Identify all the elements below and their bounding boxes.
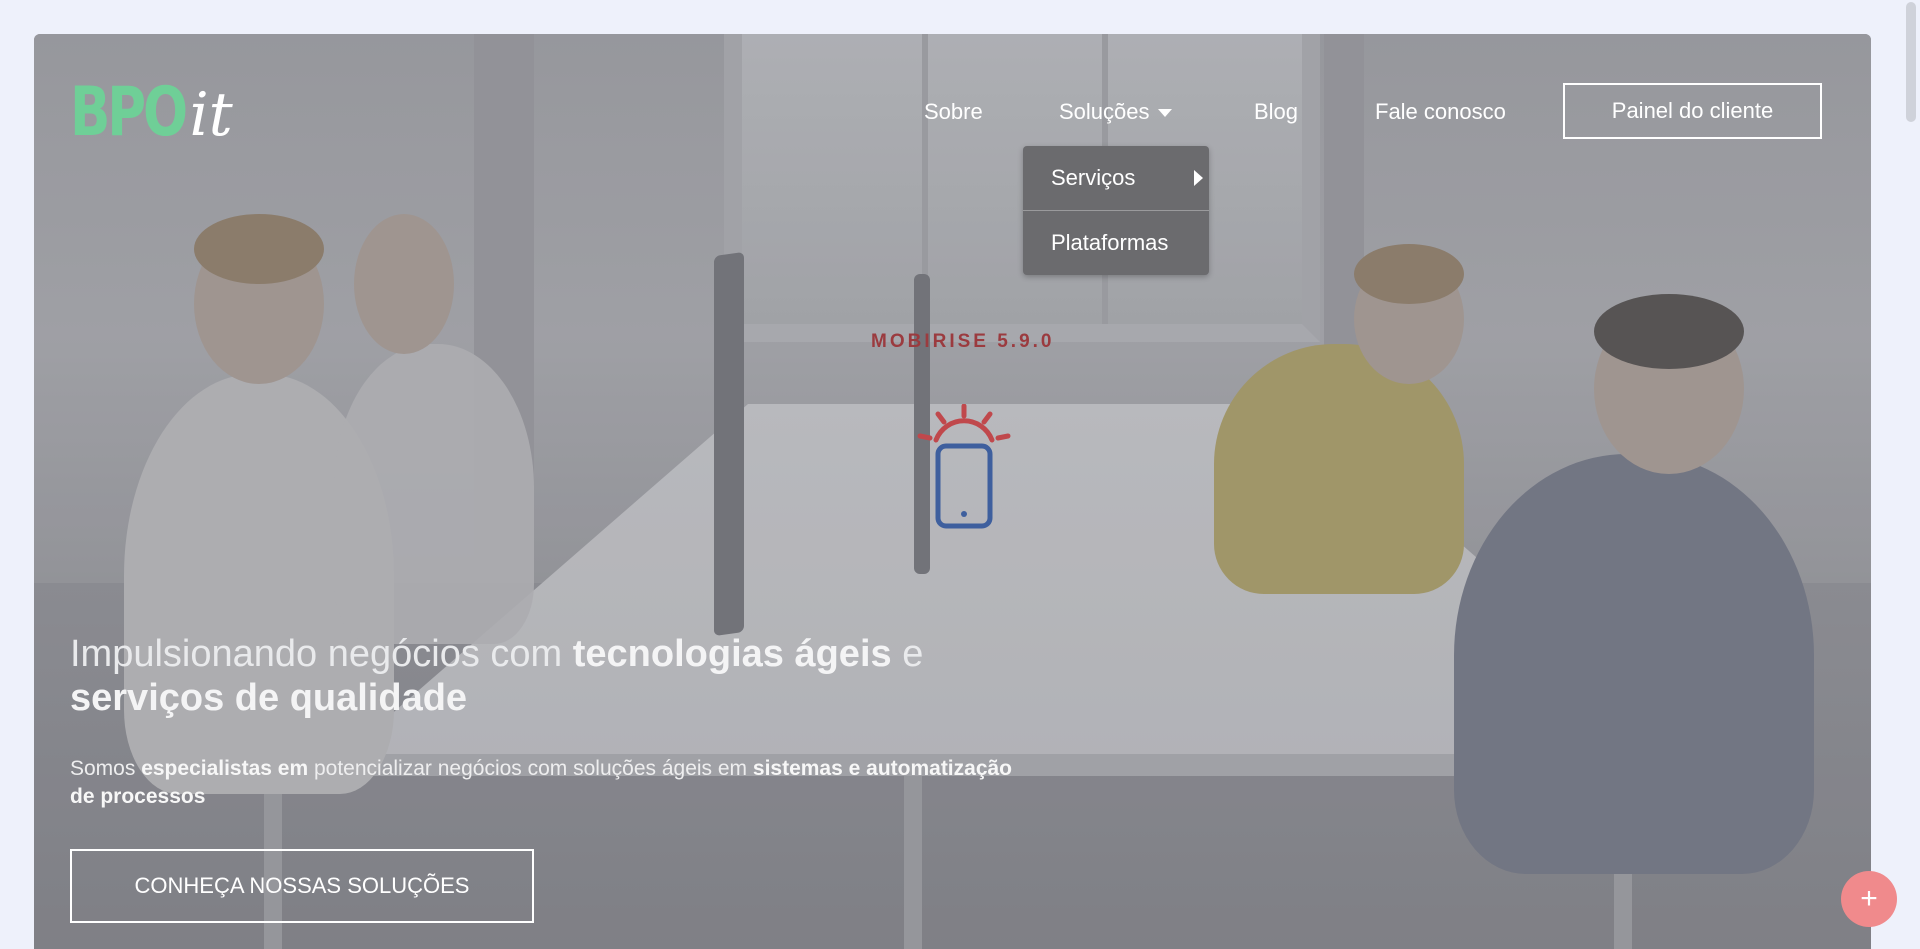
solutions-cta-button[interactable]: CONHEÇA NOSSAS SOLUÇÕES <box>70 849 534 923</box>
chevron-right-icon <box>1194 170 1203 186</box>
logo-text-it: it <box>189 80 233 150</box>
dropdown-item-servicos[interactable]: Serviços <box>1023 146 1209 210</box>
headline-text: e <box>891 633 924 675</box>
chevron-down-icon <box>1157 109 1172 118</box>
client-panel-button[interactable]: Painel do cliente <box>1563 83 1822 139</box>
headline-bold-text: tecnologias ágeis <box>572 633 892 675</box>
subtitle-bold-text: especialistas em <box>141 757 309 780</box>
loader-text: MOBIRISE 5.9.0 <box>871 331 1055 352</box>
nav-link-solucoes-label: Soluções <box>1059 99 1150 124</box>
hero-subtitle: Somos especialistas em potencializar neg… <box>70 755 1030 811</box>
dropdown-item-label: Plataformas <box>1051 230 1169 255</box>
logo-text-bpo: BPO <box>70 73 188 152</box>
hero-headline: Impulsionando negócios com tecnologias á… <box>70 632 1030 720</box>
brand-logo[interactable]: BPO it <box>70 73 233 152</box>
dropdown-item-label: Serviços <box>1051 165 1136 190</box>
headline-text: Impulsionando negócios com <box>70 633 573 675</box>
solutions-dropdown-menu: Serviços Plataformas <box>1023 146 1209 275</box>
nav-link-solucoes[interactable]: Soluções <box>1059 99 1172 125</box>
subtitle-text: Somos <box>70 757 142 780</box>
dropdown-item-plataformas[interactable]: Plataformas <box>1023 210 1209 275</box>
hero-section: BPO it Sobre Soluções Blog Fale conosco … <box>34 34 1871 949</box>
subtitle-text: potencializar negócios com soluções ágei… <box>308 757 753 780</box>
nav-link-fale-conosco[interactable]: Fale conosco <box>1375 99 1506 125</box>
page-scrollbar[interactable] <box>1906 2 1916 122</box>
floating-action-button[interactable]: + <box>1841 871 1897 927</box>
plus-icon: + <box>1860 882 1878 915</box>
nav-link-blog[interactable]: Blog <box>1254 99 1298 125</box>
headline-bold-text: serviços de qualidade <box>70 677 468 719</box>
nav-link-sobre[interactable]: Sobre <box>924 99 983 125</box>
mobile-device-icon <box>917 404 1011 529</box>
